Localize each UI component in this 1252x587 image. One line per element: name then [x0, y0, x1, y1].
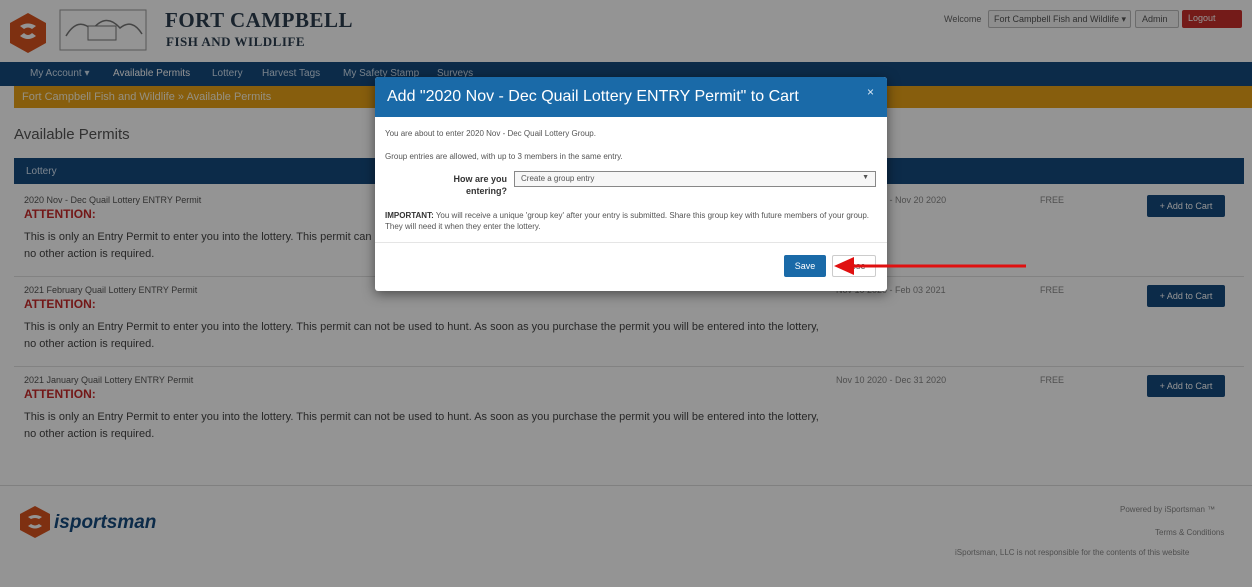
entry-type-select[interactable]: Create a group entry ▼: [514, 171, 876, 187]
modal-intro-text: You are about to enter 2020 Nov - Dec Qu…: [385, 129, 596, 138]
add-to-cart-modal: Add "2020 Nov - Dec Quail Lottery ENTRY …: [375, 77, 887, 291]
entry-type-label: How are you entering?: [453, 174, 507, 196]
close-icon[interactable]: ×: [867, 85, 874, 99]
important-text: You will receive a unique 'group key' af…: [385, 211, 870, 231]
modal-group-text: Group entries are allowed, with up to 3 …: [385, 152, 623, 161]
important-label: IMPORTANT:: [385, 211, 434, 220]
modal-footer-divider: [375, 242, 887, 243]
modal-header: Add "2020 Nov - Dec Quail Lottery ENTRY …: [375, 77, 887, 117]
entry-type-value: Create a group entry: [521, 174, 595, 183]
important-note: IMPORTANT: You will receive a unique 'gr…: [385, 210, 880, 232]
save-button[interactable]: Save: [784, 255, 826, 277]
modal-title: Add "2020 Nov - Dec Quail Lottery ENTRY …: [387, 88, 799, 105]
chevron-down-icon: ▼: [862, 174, 869, 181]
annotation-arrow-icon: [834, 257, 1026, 275]
